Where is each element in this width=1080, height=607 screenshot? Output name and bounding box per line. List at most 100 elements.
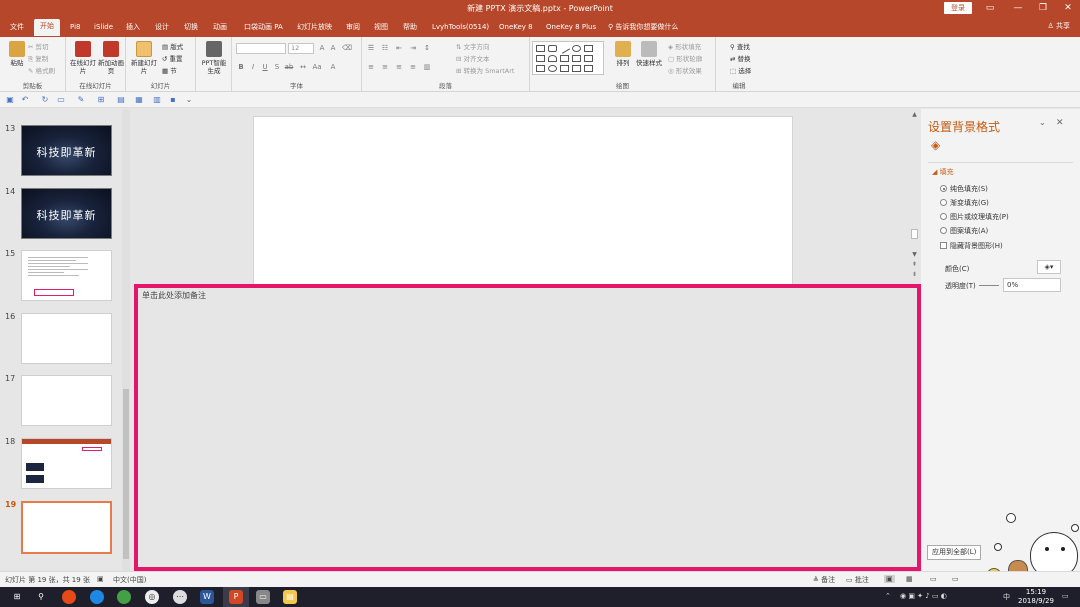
copy-button[interactable]: ⎘ 复制 — [28, 53, 48, 64]
tray-icons[interactable]: ◉ ▣ ✦ ♪ ▭ ◐ — [900, 592, 947, 600]
font-name-combo[interactable] — [236, 43, 286, 54]
chart-icon[interactable]: ▥ — [152, 95, 162, 105]
thumbnail-scrollbar[interactable] — [122, 109, 130, 571]
decrease-indent-icon[interactable]: ⇤ — [394, 43, 404, 53]
tab-design[interactable]: 设计 — [155, 20, 169, 37]
find-button[interactable]: ⚲ 查找 — [730, 41, 750, 51]
solid-fill-radio[interactable]: 纯色填充(S) — [940, 184, 988, 194]
freeform-shape-icon[interactable] — [536, 65, 545, 72]
picture-fill-radio[interactable]: 图片或纹理填充(P) — [940, 212, 1009, 222]
share-button[interactable]: ♙ 共享 — [1047, 21, 1070, 31]
paint-bucket-icon[interactable]: ◈ — [931, 138, 940, 152]
slide-thumbnail[interactable]: 科技即革新 — [21, 188, 112, 239]
textbox-shape-icon[interactable] — [536, 55, 545, 62]
tray-arrow-icon[interactable]: ⌃ — [885, 592, 891, 600]
align-left-icon[interactable]: ≡ — [366, 62, 376, 72]
transparency-slider[interactable] — [979, 285, 999, 286]
apply-to-all-button[interactable]: 应用到全部(L) — [927, 545, 982, 560]
shape-effects-button[interactable]: ◎ 形状效果 — [668, 65, 702, 75]
transparency-spinner[interactable]: 0% — [1003, 278, 1061, 292]
justify-icon[interactable]: ≡ — [408, 62, 418, 72]
wechat-icon[interactable]: ◎ — [145, 590, 159, 604]
scrollbar-thumb[interactable] — [911, 229, 918, 239]
tab-transitions[interactable]: 切换 — [184, 20, 198, 37]
slide-canvas[interactable] — [253, 116, 793, 286]
undo-icon[interactable]: ↶ — [20, 95, 30, 105]
align-text-button[interactable]: ⊟ 对齐文本 — [456, 53, 490, 63]
columns-icon[interactable]: ▥ — [422, 62, 432, 72]
close-icon[interactable]: ✕ — [1056, 118, 1064, 128]
prev-slide-icon[interactable]: ⇞ — [910, 261, 919, 268]
notification-icon[interactable]: ▭ — [1062, 592, 1069, 600]
scroll-down-icon[interactable]: ▼ — [910, 251, 919, 258]
shadow-icon[interactable]: S — [272, 62, 282, 72]
char-spacing-icon[interactable]: ↔ — [298, 62, 308, 72]
app-icon[interactable] — [90, 590, 104, 604]
cut-button[interactable]: ✂ 剪切 — [28, 41, 49, 51]
align-center-icon[interactable]: ≡ — [380, 62, 390, 72]
normal-view-icon[interactable]: ▣ — [884, 575, 895, 583]
select-button[interactable]: ⬚ 选择 — [730, 65, 751, 75]
font-color-icon[interactable]: A — [328, 62, 338, 72]
layout-button[interactable]: ▤ 版式 — [162, 41, 183, 51]
present-icon[interactable]: ▭ — [56, 95, 66, 105]
ribbon-display-icon[interactable]: ▭ — [980, 1, 1000, 15]
font-size-combo[interactable]: 12 — [288, 43, 314, 54]
slide-sorter-icon[interactable]: ▦ — [906, 575, 913, 583]
chrome-icon[interactable] — [62, 590, 76, 604]
tab-slideshow[interactable]: 幻灯片放映 — [297, 20, 332, 37]
slide-thumbnail[interactable]: 科技即革新 — [21, 125, 112, 176]
replace-button[interactable]: ⇄ 替换 — [730, 53, 751, 63]
tab-help[interactable]: 帮助 — [403, 20, 417, 37]
app-icon[interactable]: ▭ — [256, 590, 270, 604]
word-icon[interactable]: W — [200, 590, 214, 604]
new-animation-page-button[interactable]: 新加动画页 — [96, 41, 126, 75]
tab-pi8[interactable]: Pi8 — [70, 20, 80, 37]
restore-icon[interactable]: ❐ — [1033, 1, 1053, 15]
text-direction-button[interactable]: ⇅ 文字方向 — [456, 41, 490, 51]
gradient-fill-radio[interactable]: 渐变填充(G) — [940, 198, 989, 208]
online-slides-button[interactable]: 在线幻灯片 — [68, 41, 98, 75]
shrink-font-icon[interactable]: A — [328, 43, 338, 53]
close-icon[interactable]: ✕ — [1058, 1, 1078, 15]
elbow-shape-icon[interactable] — [560, 55, 569, 62]
image-icon[interactable]: ▦ — [134, 95, 144, 105]
tab-onekey-plus[interactable]: OneKey 8 Plus — [546, 20, 596, 37]
bullets-icon[interactable]: ☰ — [366, 43, 376, 53]
rectangle-shape-icon[interactable] — [536, 45, 545, 52]
tab-view[interactable]: 视图 — [374, 20, 388, 37]
next-slide-icon[interactable]: ⇟ — [910, 271, 919, 278]
customize-qat-icon[interactable]: ⌄ — [184, 95, 194, 105]
hide-bg-checkbox[interactable]: 隐藏背景图形(H) — [940, 241, 1003, 251]
tab-insert[interactable]: 插入 — [126, 20, 140, 37]
shapes-gallery[interactable] — [532, 41, 604, 75]
clock[interactable]: 15:19 2018/9/29 — [1018, 588, 1054, 606]
format-painter-button[interactable]: ✎ 格式刷 — [28, 65, 55, 75]
fill-section-header[interactable]: ◢ 填充 — [932, 167, 954, 177]
language-status[interactable]: 中文(中国) — [113, 575, 146, 585]
pane-options-icon[interactable]: ⌄ — [1039, 118, 1046, 127]
tab-islide[interactable]: iSlide — [94, 20, 113, 37]
scroll-up-icon[interactable]: ▲ — [910, 111, 919, 118]
login-button[interactable]: 登录 — [944, 2, 972, 14]
down-arrow-shape-icon[interactable] — [584, 55, 593, 62]
powerpoint-icon[interactable]: P — [229, 590, 243, 604]
search-icon[interactable]: ⚲ — [34, 590, 48, 604]
reading-view-icon[interactable]: ▭ — [930, 575, 937, 583]
slide-thumbnail[interactable] — [21, 438, 112, 489]
align-right-icon[interactable]: ≡ — [394, 62, 404, 72]
windows-start-icon[interactable]: ⊞ — [10, 590, 24, 604]
ime-indicator[interactable]: 中 — [1003, 592, 1010, 602]
folder-icon[interactable]: ▤ — [116, 95, 126, 105]
new-slide-button[interactable]: 新建幻灯片 — [129, 41, 159, 75]
clear-format-icon[interactable]: ⌫ — [342, 43, 352, 53]
app-icon[interactable]: ⋯ — [173, 590, 187, 604]
redo-icon[interactable]: ↻ — [40, 95, 50, 105]
slide-thumbnail-selected[interactable] — [21, 501, 112, 554]
tab-file[interactable]: 文件 — [10, 20, 24, 37]
tab-onekey[interactable]: OneKey 8 — [499, 20, 533, 37]
slideshow-view-icon[interactable]: ▭ — [952, 575, 959, 583]
star-shape-icon[interactable] — [584, 65, 593, 72]
numbering-icon[interactable]: ☷ — [380, 43, 390, 53]
notes-pane[interactable]: 单击此处添加备注 — [134, 284, 921, 571]
